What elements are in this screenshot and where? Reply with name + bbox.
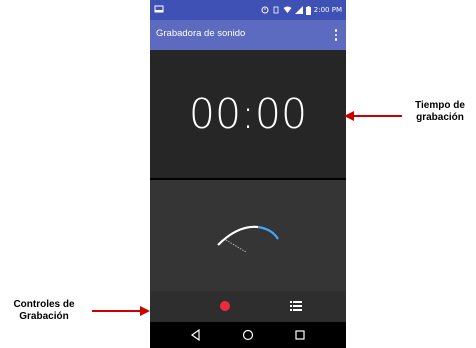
controls-bar	[150, 291, 346, 322]
timer-annotation-line2: grabación	[416, 112, 464, 123]
navigation-bar	[150, 322, 346, 348]
record-button[interactable]	[220, 301, 230, 311]
level-meter-panel	[150, 180, 346, 291]
timer-panel: 00:00	[150, 50, 346, 178]
vibrate-icon	[273, 6, 279, 14]
recording-timer: 00:00	[188, 90, 308, 138]
app-title: Grabadora de sonido	[156, 28, 246, 39]
status-time: 2:00 PM	[313, 6, 342, 14]
recents-icon[interactable]	[295, 330, 305, 340]
timer-annotation-arrow	[344, 111, 402, 121]
battery-icon	[305, 5, 311, 15]
timer-annotation-line1: Tiempo de	[415, 100, 465, 111]
phone-screen: 2:00 PM Grabadora de sonido 00:00	[150, 0, 346, 348]
signal-icon	[294, 6, 303, 14]
alarm-icon	[261, 6, 269, 14]
controls-annotation-arrow	[92, 306, 150, 316]
back-icon[interactable]	[190, 329, 202, 341]
status-bar: 2:00 PM	[150, 0, 346, 20]
controls-annotation-line1: Controles de	[13, 299, 75, 310]
overflow-menu-icon[interactable]	[332, 27, 340, 43]
timer-annotation: Tiempo de grabación	[404, 100, 476, 124]
wifi-icon	[283, 6, 292, 13]
status-icons: 2:00 PM	[261, 4, 342, 16]
app-bar: Grabadora de sonido	[150, 20, 346, 50]
home-icon[interactable]	[242, 329, 254, 341]
recordings-list-icon[interactable]	[290, 300, 302, 312]
controls-annotation: Controles de Grabación	[0, 299, 88, 323]
media-icon	[154, 5, 164, 13]
controls-annotation-line2: Grabación	[19, 311, 69, 322]
level-meter-icon	[217, 225, 279, 253]
